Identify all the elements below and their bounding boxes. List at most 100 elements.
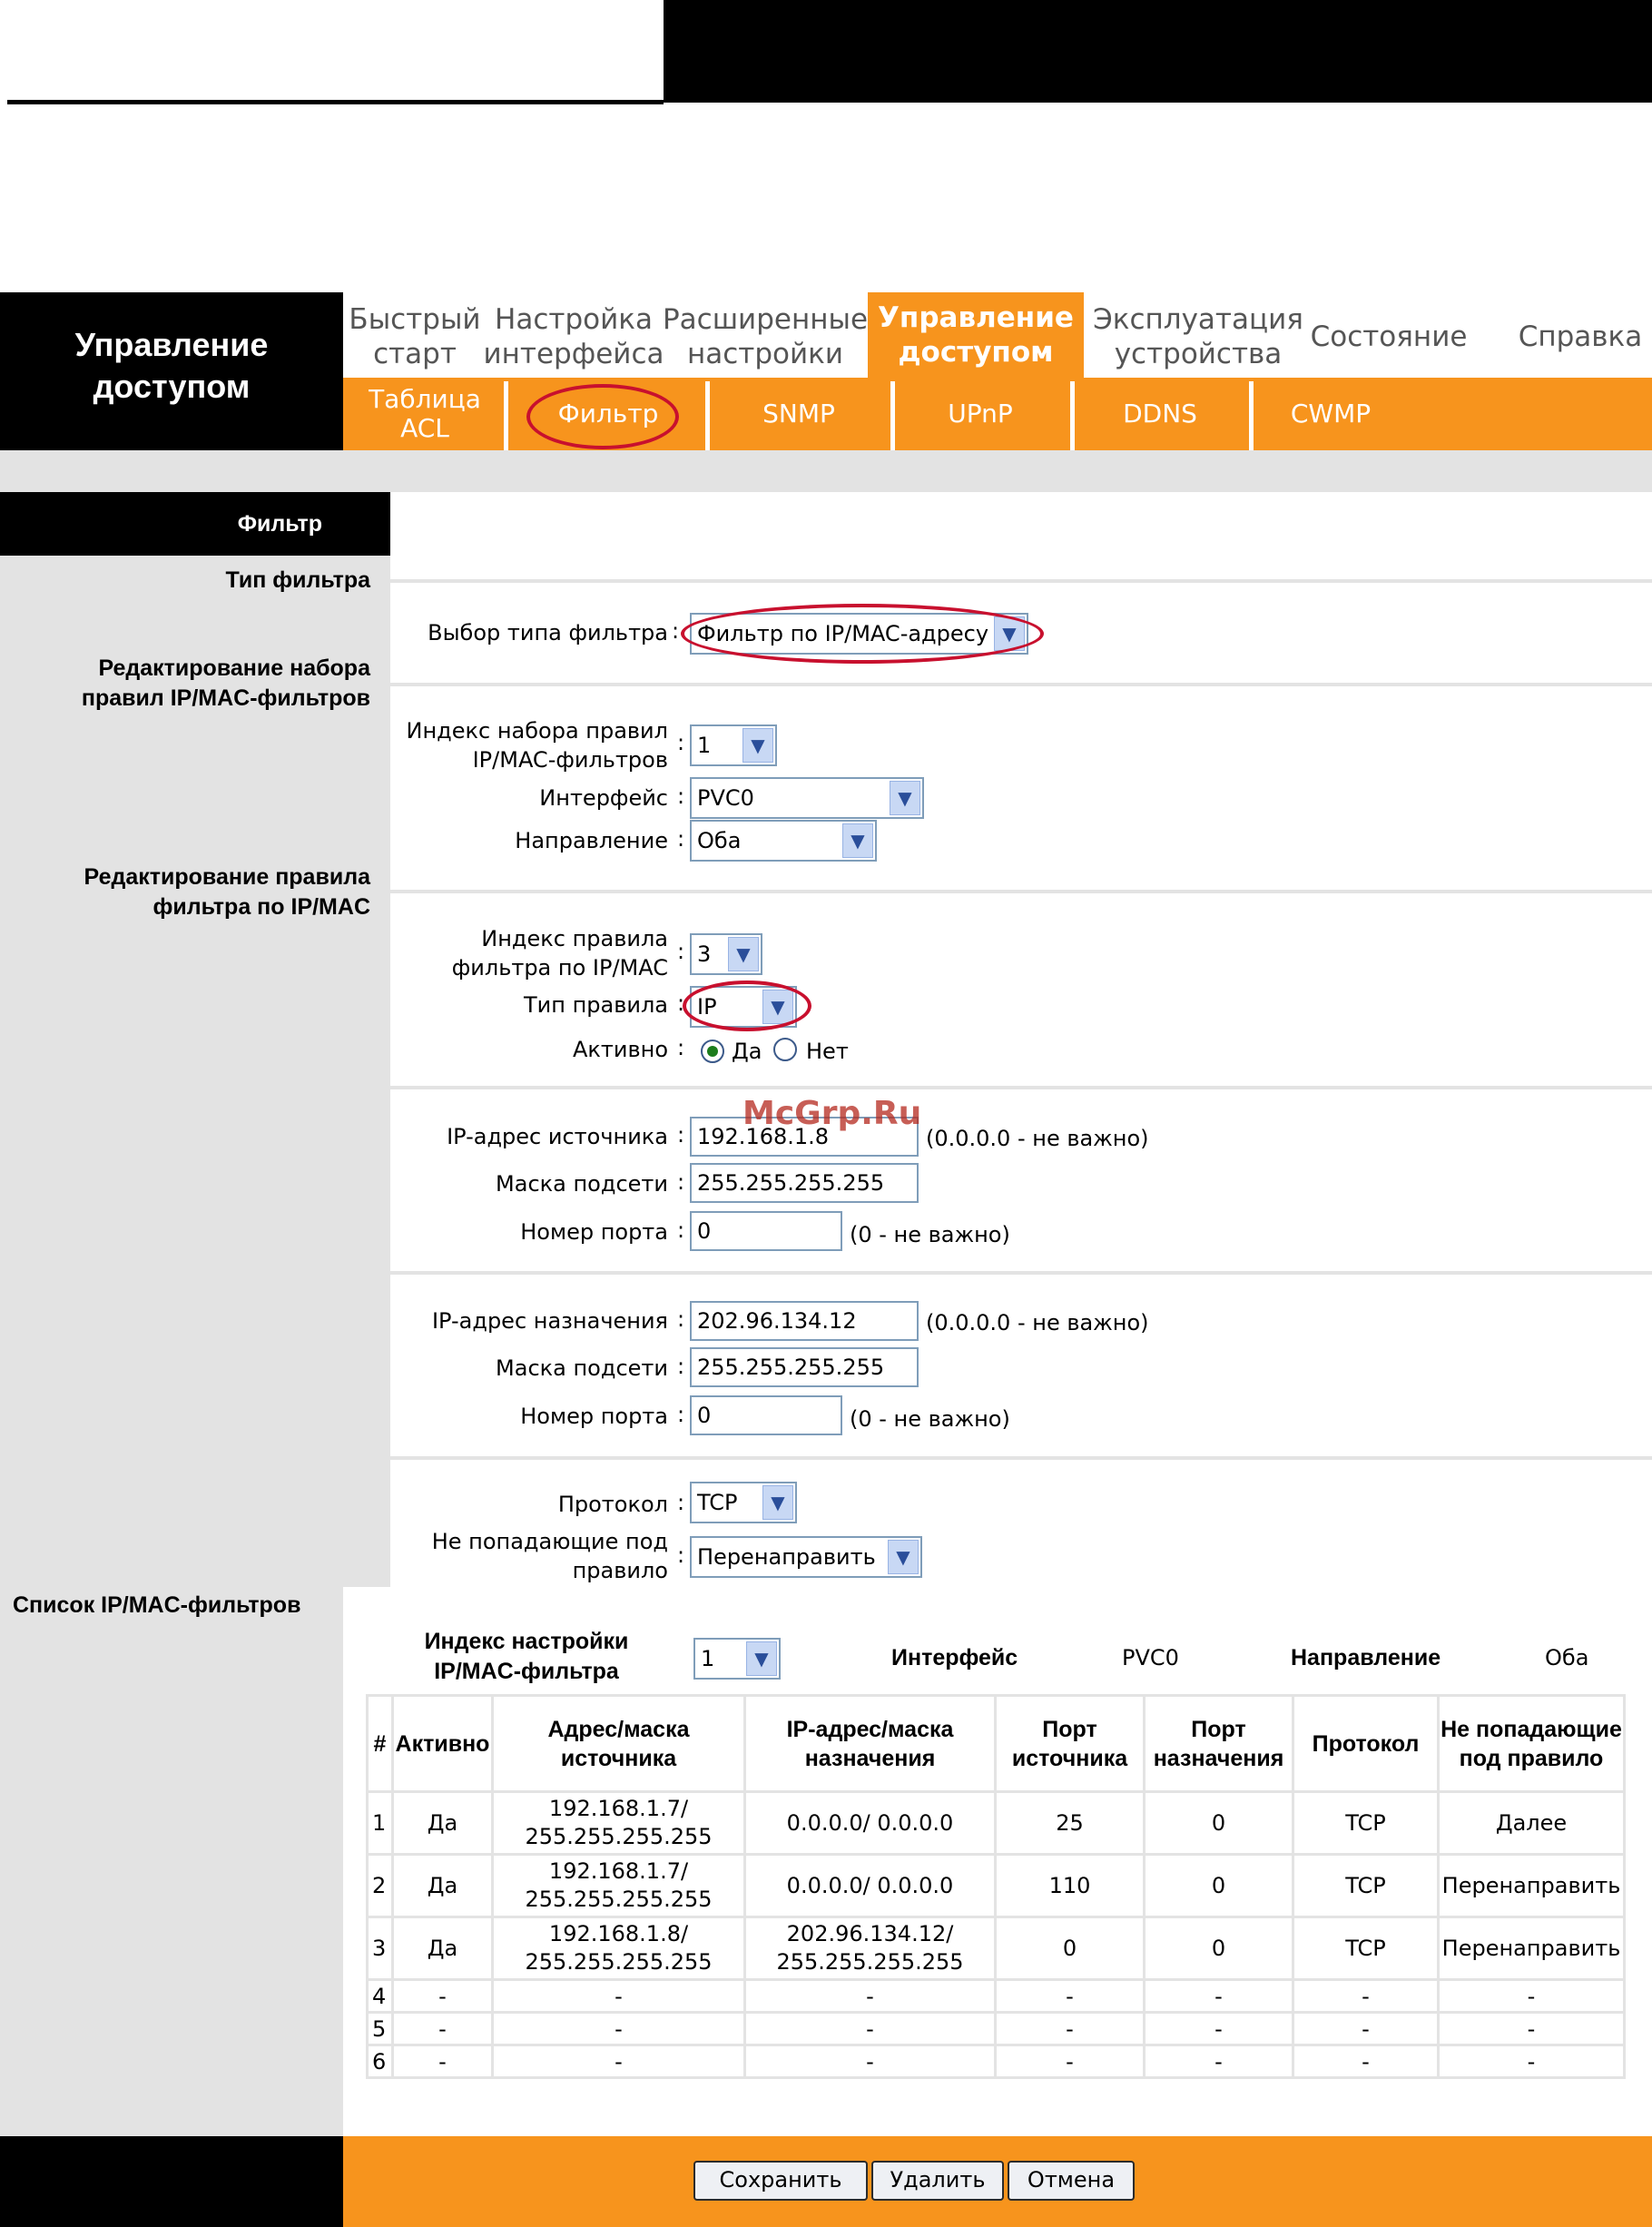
sidebar-filter-type: Тип фильтра: [225, 567, 370, 593]
nav-advanced-setup[interactable]: Расширенные настройки: [663, 296, 868, 378]
subnav-separator: [1070, 381, 1075, 450]
cell-destination: 0.0.0.0/ 0.0.0.0: [743, 1853, 997, 1918]
set-index-select[interactable]: 1 ▼: [690, 724, 777, 766]
rule-type-label: Тип правила: [524, 992, 668, 1018]
section-divider: [390, 1271, 1652, 1275]
cell-index: 1: [366, 1790, 394, 1856]
src-port-input[interactable]: 0: [690, 1211, 842, 1251]
dst-port-label: Номер порта: [520, 1404, 668, 1429]
cell-protocol: -: [1292, 2011, 1440, 2046]
section-divider: [390, 1456, 1652, 1460]
nav-status[interactable]: Состояние: [1311, 296, 1468, 378]
sidebar-edit-rule: Редактирование правила фильтра по IP/MAC: [84, 864, 370, 920]
nav-access-management[interactable]: Управление доступом: [868, 292, 1084, 378]
cell-unmatched: -: [1437, 2011, 1626, 2046]
protocol-select[interactable]: TCP ▼: [690, 1482, 797, 1523]
subnav-cwmp[interactable]: CWMP: [1249, 378, 1412, 450]
table-row: 6 - - - - - - -: [366, 2044, 1626, 2079]
active-label: Активно: [572, 1037, 668, 1062]
cell-source: 192.168.1.7/ 255.255.255.255: [491, 1790, 746, 1856]
cell-source-port: 25: [994, 1790, 1146, 1856]
interface-select[interactable]: PVC0 ▼: [690, 777, 924, 819]
top-banner: [664, 0, 1652, 103]
subnav-acl[interactable]: Таблица ACL: [352, 378, 497, 450]
section-divider: [390, 683, 1652, 686]
cell-active: -: [391, 2011, 494, 2046]
nav-maintenance[interactable]: Эксплуатация устройства: [1086, 296, 1311, 378]
cancel-button[interactable]: Отмена: [1008, 2161, 1135, 2201]
chevron-down-icon: ▼: [742, 728, 773, 763]
direction-value: Оба: [697, 828, 742, 853]
chevron-down-icon: ▼: [890, 781, 920, 815]
table-row: 4 - - - - - - -: [366, 1978, 1626, 2014]
colon: :: [677, 783, 685, 809]
section-divider: [390, 1086, 1652, 1089]
cell-source: 192.168.1.8/ 255.255.255.255: [491, 1916, 746, 1981]
direction-select[interactable]: Оба ▼: [690, 820, 877, 862]
active-no-label: Нет: [806, 1039, 849, 1064]
cell-active: Да: [391, 1790, 494, 1856]
cell-source: -: [491, 2044, 746, 2079]
delete-button[interactable]: Удалить: [871, 2161, 1004, 2201]
nav-interface-setup[interactable]: Настройка интерфейса: [483, 296, 664, 378]
interface-label: Интерфейс: [539, 785, 668, 811]
subnav-upnp[interactable]: UPnP: [899, 378, 1062, 450]
cell-dest-port: 0: [1143, 1916, 1294, 1981]
table-row: 1 Да 192.168.1.7/ 255.255.255.255 0.0.0.…: [366, 1790, 1626, 1856]
rule-index-value: 3: [697, 941, 712, 967]
nav-quick-start[interactable]: Быстрый старт: [347, 296, 483, 378]
subnav-snmp[interactable]: SNMP: [717, 378, 880, 450]
chevron-down-icon: ▼: [888, 1540, 919, 1574]
subnav-ddns[interactable]: DDNS: [1078, 378, 1242, 450]
subnav-separator: [504, 381, 508, 450]
chevron-down-icon: ▼: [762, 1485, 793, 1520]
subnav-separator: [890, 381, 895, 450]
colon: :: [672, 618, 680, 644]
nav-help[interactable]: Справка: [1509, 296, 1652, 378]
protocol-value: TCP: [697, 1490, 738, 1515]
table-header-row: # Активно Адрес/маска источника IP-адрес…: [366, 1694, 1626, 1793]
src-ip-label: IP-адрес источника: [447, 1124, 668, 1149]
cell-source-port: -: [994, 2044, 1146, 2079]
colon: :: [677, 826, 685, 852]
cell-destination: -: [743, 2011, 997, 2046]
cell-index: 2: [366, 1853, 394, 1918]
dst-port-input[interactable]: 0: [690, 1395, 842, 1435]
cell-active: -: [391, 2044, 494, 2079]
cell-source: -: [491, 2011, 746, 2046]
unmatched-value: Перенаправить: [697, 1544, 876, 1570]
cell-destination: 202.96.134.12/ 255.255.255.255: [743, 1916, 997, 1981]
cell-unmatched: Перенаправить: [1437, 1853, 1626, 1918]
colon: :: [677, 1542, 685, 1568]
col-active: Активно: [391, 1694, 494, 1793]
col-unmatched: Не попадающие под правило: [1437, 1694, 1626, 1793]
colon: :: [677, 1035, 685, 1060]
interface-value: PVC0: [697, 785, 754, 811]
cell-source: 192.168.1.7/ 255.255.255.255: [491, 1853, 746, 1918]
gray-strip: [0, 450, 1652, 492]
active-yes-radio[interactable]: [701, 1040, 724, 1063]
list-index-select[interactable]: 1 ▼: [693, 1638, 781, 1680]
active-yes-label: Да: [732, 1039, 762, 1064]
set-index-value: 1: [697, 733, 712, 758]
cell-protocol: -: [1292, 2044, 1440, 2079]
cell-index: 5: [366, 2011, 394, 2046]
top-rule: [7, 100, 664, 104]
colon: :: [677, 1306, 685, 1332]
cell-index: 6: [366, 2044, 394, 2079]
unmatched-label: Не попадающие под правило: [431, 1529, 668, 1583]
protocol-label: Протокол: [557, 1492, 668, 1517]
src-ip-hint: (0.0.0.0 - не важно): [926, 1126, 1149, 1151]
filter-list-table: # Активно Адрес/маска источника IP-адрес…: [366, 1694, 1626, 2079]
src-mask-input[interactable]: 255.255.255.255: [690, 1163, 919, 1203]
colon: :: [677, 1402, 685, 1427]
dst-ip-input[interactable]: 202.96.134.12: [690, 1301, 919, 1341]
colon: :: [677, 1490, 685, 1515]
rule-index-select[interactable]: 3 ▼: [690, 933, 762, 975]
save-button[interactable]: Сохранить: [693, 2161, 868, 2201]
dst-mask-input[interactable]: 255.255.255.255: [690, 1347, 919, 1387]
sidebar-edit-set: Редактирование набора правил IP/MAC-филь…: [81, 655, 370, 711]
cell-destination: -: [743, 2044, 997, 2079]
unmatched-select[interactable]: Перенаправить ▼: [690, 1536, 922, 1578]
active-no-radio[interactable]: [773, 1038, 797, 1061]
